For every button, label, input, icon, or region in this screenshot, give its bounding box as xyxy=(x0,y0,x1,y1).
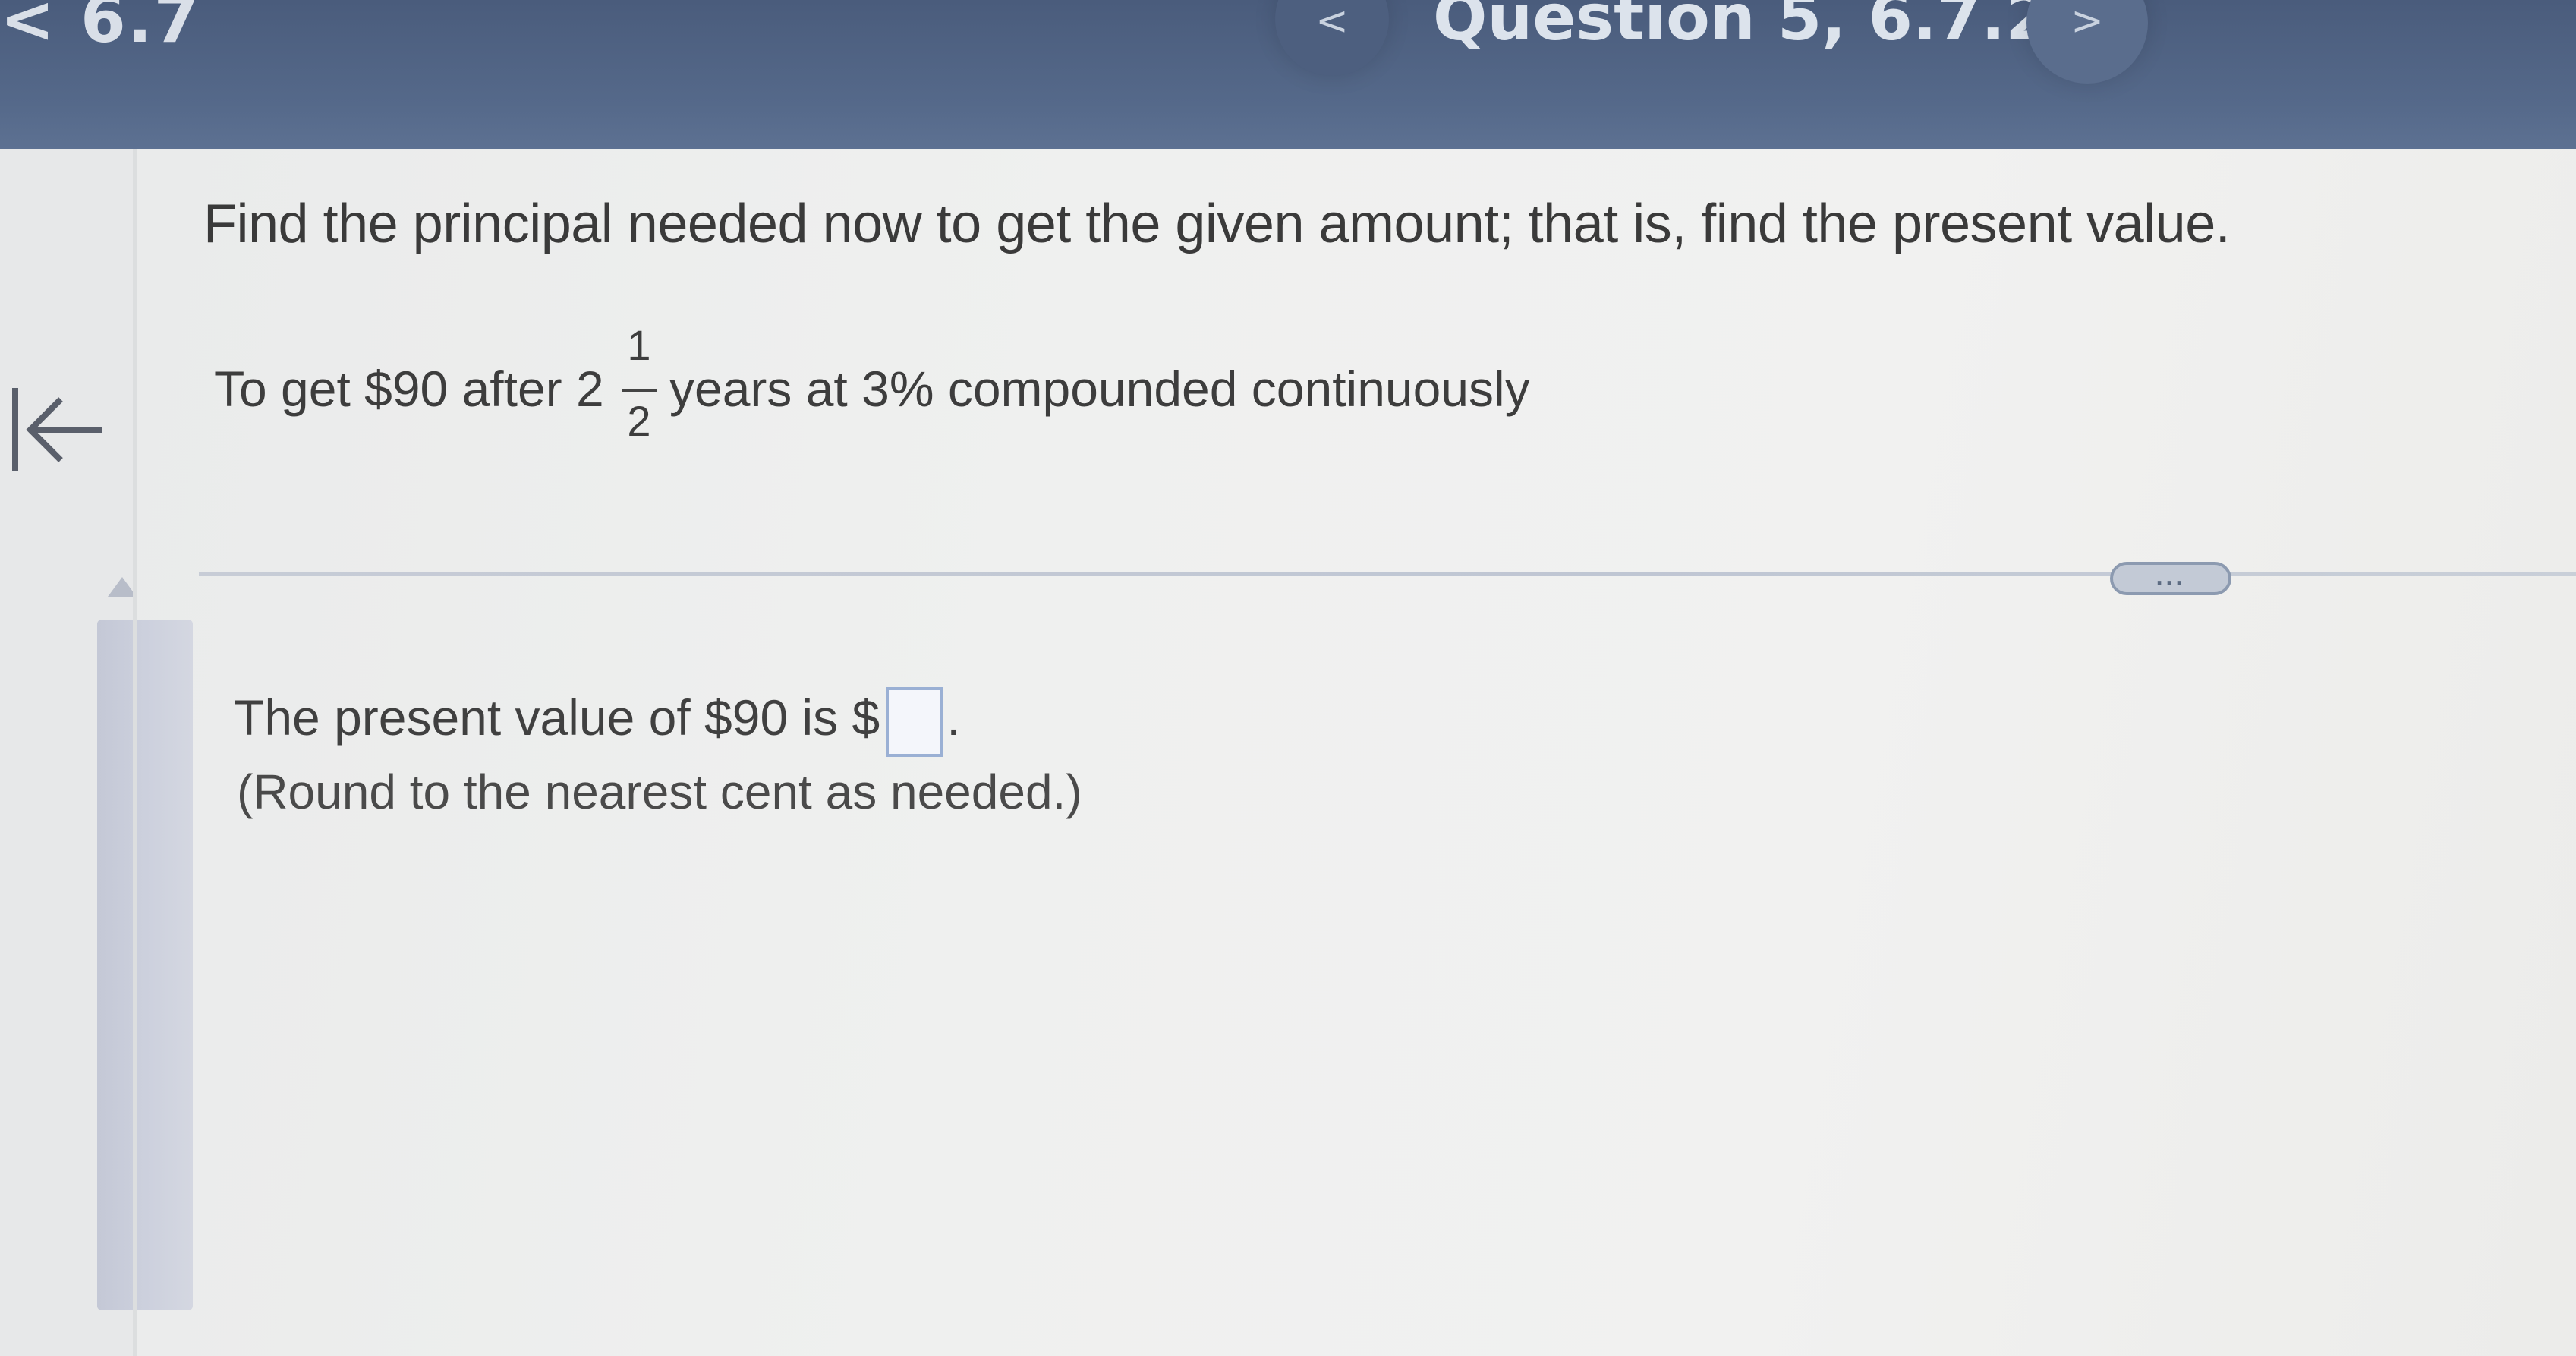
fraction: 1 2 xyxy=(613,319,666,456)
left-sidebar xyxy=(0,149,193,1356)
answer-line: The present value of $90 is $. xyxy=(234,683,961,757)
problem-text-before: To get $90 after 2 xyxy=(214,361,604,417)
question-instruction: Find the principal needed now to get the… xyxy=(203,194,2231,254)
problem-text-after: years at 3% compounded continuously xyxy=(669,361,1530,417)
answer-prompt: The present value of $90 is $ xyxy=(234,689,880,746)
chevron-left-icon: < xyxy=(1315,0,1349,44)
scrollbar-thumb[interactable] xyxy=(97,620,193,1310)
previous-question-button[interactable]: < xyxy=(1275,0,1389,76)
answer-input[interactable] xyxy=(886,686,944,757)
section-label[interactable]: < 6.7 xyxy=(0,0,200,58)
rounding-note: (Round to the nearest cent as needed.) xyxy=(237,765,1082,819)
next-question-button[interactable]: > xyxy=(2026,0,2148,84)
question-title: Question 5, 6.7.21 xyxy=(1433,0,2095,55)
section-back-glyph: < xyxy=(0,0,57,58)
collapse-left-arrow-icon[interactable] xyxy=(8,384,106,475)
more-options-button[interactable]: ... xyxy=(2110,562,2231,595)
header-bar: < 6.7 < Question 5, 6.7.21 > xyxy=(0,0,2576,149)
section-number: 6.7 xyxy=(80,0,201,58)
sidebar-divider xyxy=(133,149,137,1356)
fraction-bar xyxy=(622,389,657,392)
fraction-denominator: 2 xyxy=(627,397,651,445)
chevron-right-icon: > xyxy=(2071,0,2104,44)
answer-period: . xyxy=(946,689,961,746)
fraction-numerator: 1 xyxy=(627,321,651,369)
